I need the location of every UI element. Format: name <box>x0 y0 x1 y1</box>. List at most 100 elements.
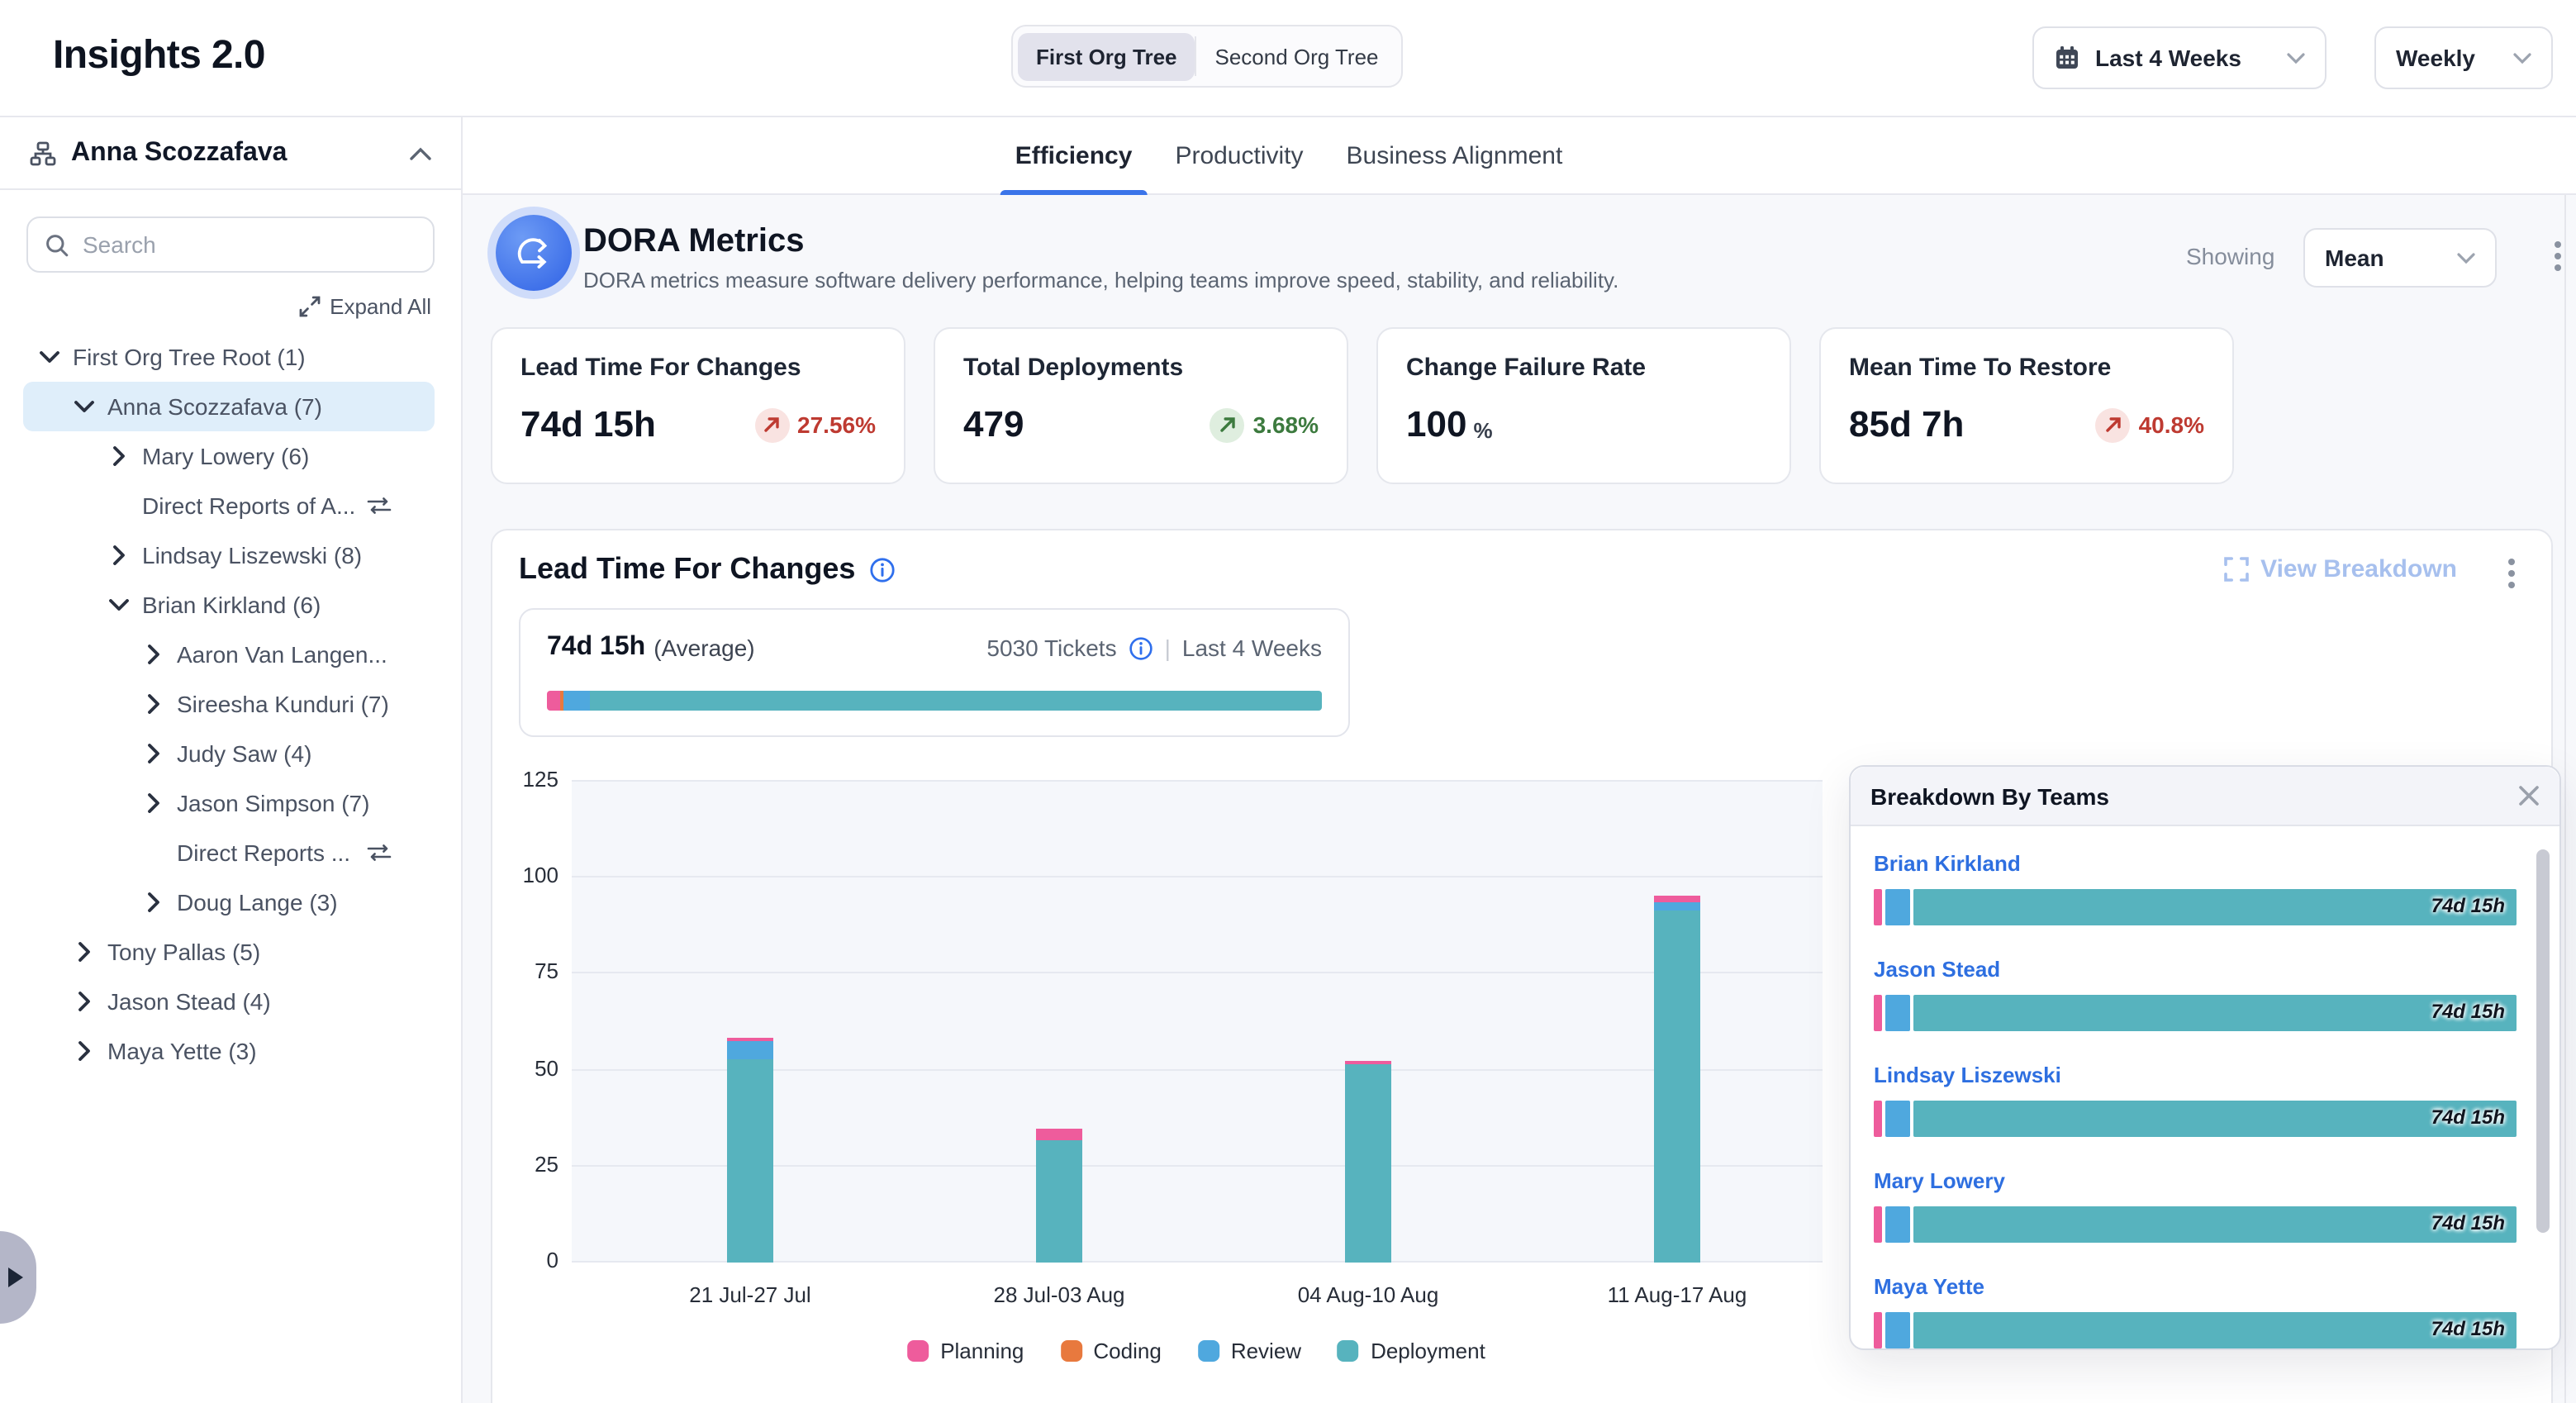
team-row-jason-stead: Jason Stead74d 15h <box>1874 955 2517 1031</box>
team-name-link[interactable]: Brian Kirkland <box>1874 851 2021 876</box>
chevron-down-icon[interactable] <box>36 350 63 364</box>
expand-all-button[interactable]: Expand All <box>0 294 431 319</box>
team-lead-time-value: 74d 15h <box>2431 894 2505 917</box>
chevron-right-icon[interactable] <box>71 942 97 962</box>
chevron-down-icon[interactable] <box>71 400 97 413</box>
info-icon[interactable] <box>1129 635 1153 660</box>
showing-value: Mean <box>2325 245 2442 271</box>
deployment-segment <box>727 1058 773 1263</box>
chevron-right-icon[interactable] <box>106 446 132 466</box>
tree-item-brian-kirkland-6[interactable]: Brian Kirkland (6) <box>0 580 461 630</box>
tab-business-alignment[interactable]: Business Alignment <box>1347 117 1563 195</box>
gridline <box>572 780 1823 782</box>
org-toggle-option[interactable]: Second Org Tree <box>1197 32 1397 80</box>
metric-card-lead-time-for-changes: Lead Time For Changes74d 15h27.56% <box>491 327 905 484</box>
legend-item-coding[interactable]: Coding <box>1060 1339 1161 1363</box>
tree-item-mary-lowery-6[interactable]: Mary Lowery (6) <box>0 431 461 481</box>
tree-item-label: Doug Lange (3) <box>177 889 338 916</box>
info-icon[interactable] <box>868 556 895 583</box>
legend-item-planning[interactable]: Planning <box>907 1339 1024 1363</box>
tree-item-tony-pallas-5[interactable]: Tony Pallas (5) <box>0 927 461 977</box>
x-tick-label: 21 Jul-27 Jul <box>689 1282 810 1307</box>
lead-time-card: Lead Time For Changes View Breakdown 74d… <box>491 529 2553 1403</box>
tree-item-anna-scozzafava-7[interactable]: Anna Scozzafava (7) <box>0 382 461 431</box>
tree-item-maya-yette-3[interactable]: Maya Yette (3) <box>0 1026 461 1076</box>
expand-diagonal-icon <box>298 296 320 317</box>
tree-item-direct-reports[interactable]: Direct Reports ... <box>0 828 461 877</box>
stacked-bar[interactable] <box>727 1039 773 1263</box>
filter-settings-icon[interactable] <box>367 841 392 864</box>
legend-item-review[interactable]: Review <box>1198 1339 1301 1363</box>
tab-efficiency[interactable]: Efficiency <box>1015 117 1133 195</box>
org-tree: First Org Tree Root (1) Anna Scozzafava (… <box>0 332 461 1076</box>
tree-item-direct-reports-of-a[interactable]: Direct Reports of A... <box>0 481 461 530</box>
average-range: Last 4 Weeks <box>1182 635 1322 661</box>
org-toggle-option[interactable]: First Org Tree <box>1018 32 1195 80</box>
tree-item-doug-lange-3[interactable]: Doug Lange (3) <box>0 877 461 927</box>
close-icon[interactable] <box>2518 785 2540 806</box>
dora-menu-button[interactable] <box>2555 241 2561 271</box>
filter-settings-icon[interactable] <box>367 494 392 517</box>
planning-segment <box>547 691 560 711</box>
team-name-link[interactable]: Mary Lowery <box>1874 1168 2005 1193</box>
scrollbar-track[interactable] <box>2564 195 2566 1403</box>
team-lead-time-value: 74d 15h <box>2431 1106 2505 1129</box>
tree-item-sireesha-kunduri-7[interactable]: Sireesha Kunduri (7) <box>0 679 461 729</box>
view-breakdown-button[interactable]: View Breakdown <box>2224 555 2457 583</box>
chevron-right-icon[interactable] <box>140 744 167 763</box>
tree-item-label: First Org Tree Root (1) <box>73 344 306 370</box>
metric-title: Mean Time To Restore <box>1849 354 2204 382</box>
tree-item-lindsay-liszewski-8[interactable]: Lindsay Liszewski (8) <box>0 530 461 580</box>
team-name-link[interactable]: Jason Stead <box>1874 957 2000 982</box>
lead-time-title: Lead Time For Changes <box>519 552 855 587</box>
date-range-select[interactable]: Last 4 Weeks <box>2032 26 2326 89</box>
average-value: 74d 15h <box>547 633 645 663</box>
chevron-right-icon[interactable] <box>106 545 132 565</box>
tab-productivity[interactable]: Productivity <box>1175 117 1303 195</box>
chevron-right-icon[interactable] <box>71 1041 97 1061</box>
chevron-right-icon[interactable] <box>140 694 167 714</box>
breakdown-by-teams-panel: Breakdown By Teams Brian Kirkland74d 15h… <box>1849 765 2561 1350</box>
chevron-right-icon[interactable] <box>71 992 97 1011</box>
panel-scrollbar-thumb[interactable] <box>2536 849 2550 1233</box>
metric-delta-value: 40.8% <box>2139 411 2204 438</box>
legend-swatch <box>1060 1340 1081 1362</box>
deployment-segment <box>1654 911 1700 1263</box>
chevron-right-icon[interactable] <box>140 892 167 912</box>
team-name-link[interactable]: Maya Yette <box>1874 1274 1984 1299</box>
chevron-down-icon[interactable] <box>106 598 132 611</box>
deployment-segment <box>1036 1139 1082 1263</box>
showing-select[interactable]: Mean <box>2303 228 2497 288</box>
calendar-icon <box>2054 45 2080 71</box>
review-segment <box>1654 902 1700 911</box>
legend-item-deployment[interactable]: Deployment <box>1338 1339 1485 1363</box>
search-input[interactable] <box>83 231 416 258</box>
stacked-bar[interactable] <box>1345 1062 1391 1263</box>
legend-label: Deployment <box>1371 1339 1485 1363</box>
tree-item-jason-stead-4[interactable]: Jason Stead (4) <box>0 977 461 1026</box>
search-box[interactable] <box>26 216 435 273</box>
legend-swatch <box>907 1340 929 1362</box>
stacked-bar[interactable] <box>1654 895 1700 1263</box>
tree-item-first-org-tree-root-1[interactable]: First Org Tree Root (1) <box>0 332 461 382</box>
tree-item-jason-simpson-7[interactable]: Jason Simpson (7) <box>0 778 461 828</box>
chevron-up-icon[interactable] <box>410 146 431 159</box>
org-chart-icon <box>30 140 56 166</box>
chevron-right-icon[interactable] <box>140 793 167 813</box>
y-tick-label: 125 <box>492 767 558 792</box>
tree-item-aaron-van-langen[interactable]: Aaron Van Langen... <box>0 630 461 679</box>
chevron-right-icon[interactable] <box>140 644 167 664</box>
lead-time-menu-button[interactable] <box>2508 559 2515 588</box>
review-segment <box>564 691 591 711</box>
tree-item-judy-saw-4[interactable]: Judy Saw (4) <box>0 729 461 778</box>
expand-all-label: Expand All <box>330 294 431 319</box>
stacked-bar[interactable] <box>1036 1130 1082 1263</box>
sidebar: Anna Scozzafava Expand All First Org Tre… <box>0 117 463 1403</box>
app-window: Insights 2.0 First Org TreeSecond Org Tr… <box>0 0 2576 1403</box>
granularity-select[interactable]: Weekly <box>2374 26 2553 89</box>
gridline <box>572 973 1823 974</box>
sidebar-header[interactable]: Anna Scozzafava <box>0 117 461 190</box>
team-name-link[interactable]: Lindsay Liszewski <box>1874 1063 2061 1087</box>
tree-item-label: Judy Saw (4) <box>177 740 311 767</box>
org-tree-toggle[interactable]: First Org TreeSecond Org Tree <box>1011 25 1404 88</box>
